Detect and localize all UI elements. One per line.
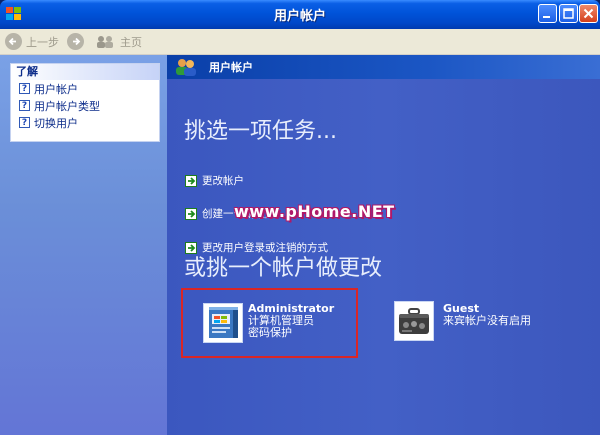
main-body: 挑选一项任务... 更改帐户 创建一个新帐户 更改用户登录或注销的方式 www.…: [167, 79, 600, 435]
green-arrow-icon: [185, 174, 197, 187]
back-arrow-icon: [5, 33, 22, 50]
forward-arrow-icon: [67, 33, 84, 50]
learn-about-heading: 了解: [11, 64, 159, 80]
back-label: 上一步: [26, 35, 59, 49]
watermark: www.pHome.NET: [234, 202, 395, 221]
users-home-icon: [97, 35, 113, 48]
learn-item-user-accounts[interactable]: ? 用户帐户: [11, 80, 159, 97]
main-header-title: 用户帐户: [209, 61, 253, 74]
task-heading: 挑选一项任务...: [184, 119, 337, 144]
maximize-button[interactable]: [559, 4, 578, 23]
back-button[interactable]: 上一步: [5, 31, 59, 52]
home-button[interactable]: 主页: [94, 31, 142, 52]
account-status: 密码保护: [248, 326, 292, 339]
user-accounts-window: 用户帐户 上一步 主页 了解 ? 用户帐户 ? 用户帐户类型 ? 切换用户 用户…: [0, 0, 600, 435]
window-title: 用户帐户: [273, 9, 326, 24]
task-change-account[interactable]: 更改帐户: [185, 173, 244, 188]
title-bar[interactable]: 用户帐户: [0, 0, 600, 29]
toolbar: 上一步 主页: [0, 29, 600, 55]
learn-item-label: 用户帐户: [34, 82, 78, 96]
account-info: Administrator 计算机管理员 密码保护: [248, 303, 334, 339]
left-task-pane: 了解 ? 用户帐户 ? 用户帐户类型 ? 切换用户: [0, 55, 167, 435]
account-heading: 或挑一个帐户做更改: [184, 256, 383, 281]
close-button[interactable]: [579, 4, 598, 23]
forward-button[interactable]: [67, 31, 84, 52]
learn-item-label: 切换用户: [34, 116, 78, 130]
help-icon: ?: [19, 100, 30, 111]
learn-item-label: 用户帐户类型: [34, 99, 100, 113]
green-arrow-icon: [185, 207, 197, 220]
account-info: Guest 来宾帐户没有启用: [443, 303, 531, 341]
task-label: 更改帐户: [202, 175, 244, 187]
close-icon: [583, 8, 594, 19]
suitcase-picture: [394, 301, 434, 341]
account-status: 来宾帐户没有启用: [443, 314, 531, 327]
learn-item-account-types[interactable]: ? 用户帐户类型: [11, 97, 159, 114]
user-accounts-icon: [176, 59, 196, 76]
account-administrator[interactable]: Administrator 计算机管理员 密码保护: [181, 288, 358, 358]
home-label: 主页: [120, 35, 142, 49]
learn-about-box: 了解 ? 用户帐户 ? 用户帐户类型 ? 切换用户: [10, 63, 160, 142]
maximize-icon: [563, 8, 574, 19]
minimize-button[interactable]: [538, 4, 557, 23]
help-icon: ?: [19, 83, 30, 94]
minimize-icon: [543, 16, 550, 18]
main-header: 用户帐户: [167, 55, 600, 79]
account-guest[interactable]: Guest 来宾帐户没有启用: [394, 301, 531, 341]
main-content-pane: 用户帐户 挑选一项任务... 更改帐户 创建一个新帐户 更改用户登录或注销的方式…: [167, 55, 600, 435]
windows-box-picture: [203, 303, 243, 343]
help-icon: ?: [19, 117, 30, 128]
learn-item-switch-users[interactable]: ? 切换用户: [11, 114, 159, 131]
